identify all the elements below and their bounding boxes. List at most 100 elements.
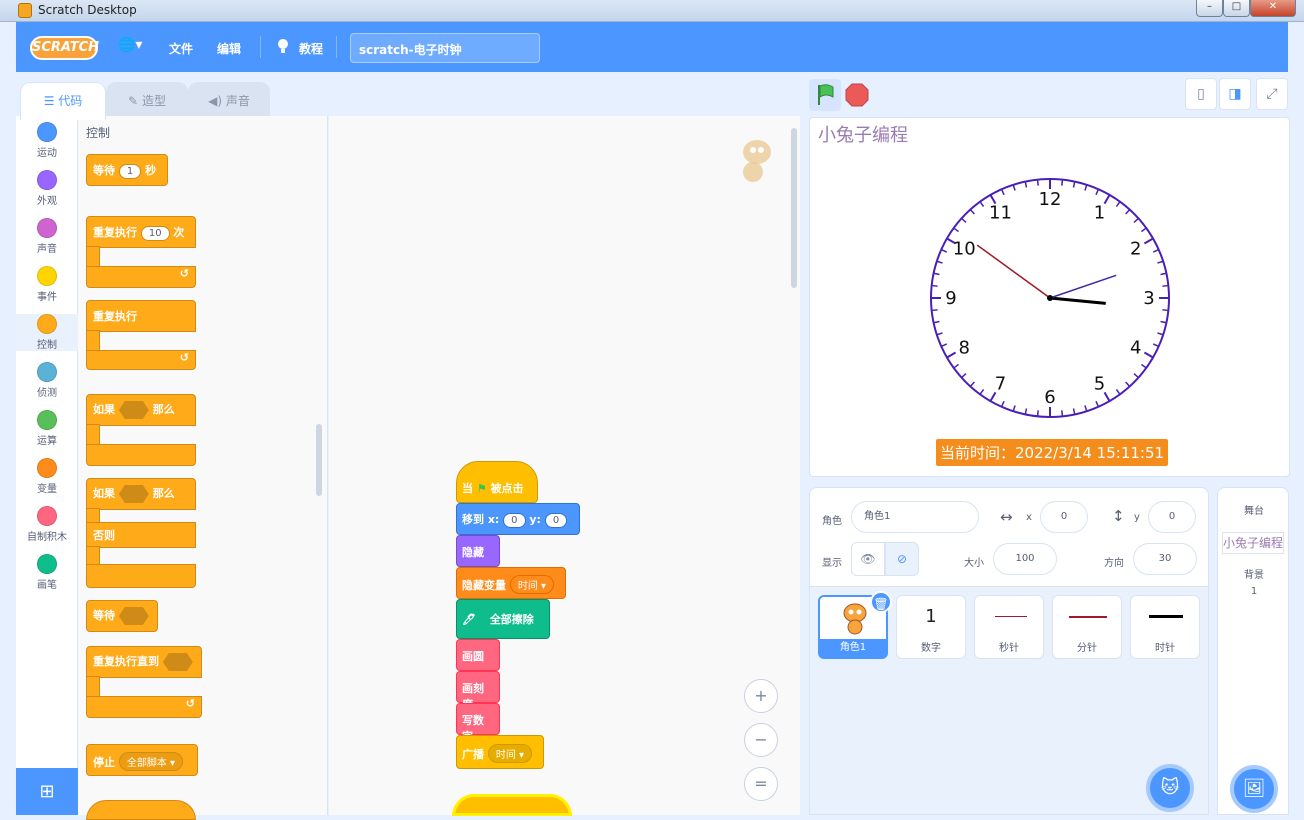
block-label: 否则 [86,522,196,548]
x-input[interactable]: 0 [1040,501,1088,533]
category-8[interactable]: 自制积木 [16,506,78,543]
tab-code[interactable]: ☰ 代码 [20,82,106,120]
fullscreen-icon: ⤢ [1266,86,1278,102]
category-0[interactable]: 运动 [16,122,78,159]
goto-y-input[interactable]: 0 [544,513,568,528]
tab-costumes[interactable]: ✎ 造型 [106,82,188,116]
category-2[interactable]: 声音 [16,218,78,255]
draw-circle-block[interactable]: 画圆 [456,639,500,671]
close-button[interactable]: ✕ [1250,0,1296,17]
variable-dropdown[interactable]: 时间 ▾ [509,575,555,594]
category-9[interactable]: 画笔 [16,554,78,591]
wait-value-input[interactable]: 1 [118,164,142,179]
maximize-button[interactable]: □ [1223,0,1250,17]
clock-tick [1036,179,1039,186]
category-label: 自制积木 [27,532,67,543]
wait-until-block[interactable]: 等待 [86,600,158,632]
show-sprite-button[interactable]: 👁 [851,542,885,576]
size-input[interactable]: 100 [993,543,1057,575]
second-script-hat-block[interactable] [452,794,572,816]
goto-x-input[interactable]: 0 [503,513,526,528]
repeat-value-input[interactable]: 10 [140,226,170,241]
when-flag-clicked-block[interactable]: 当 ⚑ 被点击 [456,461,538,503]
add-backdrop-button[interactable]: 🖼 [1230,765,1278,813]
hide-block[interactable]: 隐藏 [456,535,500,567]
if-else-block[interactable]: 如果 那么 否则 [86,478,196,590]
language-menu[interactable]: 🌐▾ [118,37,142,53]
repeat-until-block[interactable]: 重复执行直到 ↺ [86,646,202,720]
clock-number: 1 [1094,202,1105,223]
stop-block[interactable]: 停止 全部脚本 ▾ [86,744,198,776]
category-3[interactable]: 事件 [16,266,78,303]
condition-slot[interactable] [118,401,149,419]
tutorials-menu[interactable]: 教程 [299,40,323,57]
category-1[interactable]: 外观 [16,170,78,207]
category-7[interactable]: 变量 [16,458,78,495]
category-4[interactable]: 控制 [16,314,78,351]
sprite-thumb-number[interactable]: 1 数字 [896,595,966,659]
write-numbers-block[interactable]: 写数字 [456,703,500,743]
show-label: 显示 [822,558,842,569]
minimize-button[interactable]: – [1196,0,1223,17]
clock-number: 12 [1039,189,1062,210]
stop-dropdown[interactable]: 全部脚本 ▾ [118,752,184,771]
broadcast-block[interactable]: 广播 时间 ▾ [456,735,544,769]
condition-slot[interactable] [118,607,149,625]
broadcast-dropdown[interactable]: 时间 ▾ [487,744,533,763]
zoom-out-button[interactable]: − [744,723,778,757]
goto-xy-block[interactable]: 移到 x: 0 y: 0 [456,503,580,535]
hide-variable-block[interactable]: 隐藏变量 时间 ▾ [456,567,566,599]
edit-menu[interactable]: 编辑 [217,40,241,57]
tab-costumes-label: 造型 [141,94,166,108]
trash-icon: 🗑 [873,597,889,611]
sprite-name-input[interactable]: 角色1 [851,501,979,533]
category-menu: 运动外观声音事件控制侦测运算变量自制积木画笔 [16,116,78,815]
block-label: 那么 [152,403,175,416]
draw-ticks-block[interactable]: 画刻度 [456,671,500,711]
stop-button[interactable] [845,83,869,107]
fullscreen-button[interactable]: ⤢ [1256,78,1288,110]
delete-sprite-button[interactable]: 🗑 [870,591,892,613]
category-6[interactable]: 运算 [16,410,78,447]
palette-scrollbar[interactable] [316,424,322,496]
add-extension-button[interactable]: ⊞ [16,768,78,815]
condition-slot[interactable] [118,485,149,503]
stage-selector-panel[interactable]: 舞台 小兔子编程 背景 1 🖼 [1217,487,1289,815]
file-menu[interactable]: 文件 [169,40,193,57]
direction-input[interactable]: 30 [1133,543,1197,575]
tab-sounds[interactable]: ◀) 声音 [188,82,270,116]
zoom-in-button[interactable]: + [744,679,778,713]
small-stage-button[interactable]: ▯ [1185,78,1217,110]
clock-number: 9 [945,288,956,309]
block-label: 次 [173,226,185,239]
green-flag-button[interactable] [809,79,841,111]
project-title-input[interactable]: scratch-电子时钟 [350,33,540,63]
sprite-thumb-minute-hand[interactable]: 分针 [1052,595,1122,659]
zoom-reset-button[interactable]: = [744,767,778,801]
add-sprite-button[interactable]: 🐱 [1146,764,1194,812]
script-workspace[interactable]: 当 ⚑ 被点击 移到 x: 0 y: 0 隐藏 隐藏变量 时间 ▾ 🖊 全部擦除… [329,116,800,816]
category-label: 侦测 [37,388,57,399]
pen-clear-block[interactable]: 🖊 全部擦除 [456,599,550,639]
large-stage-button[interactable]: ◨ [1219,78,1251,110]
sprite-thumb-second-hand[interactable]: 秒针 [974,595,1044,659]
scratch-logo[interactable]: SCRATCH [30,36,99,60]
stage-thumbnail[interactable]: 小兔子编程 [1222,532,1284,554]
repeat-block[interactable]: 重复执行 10 次 ↺ [86,216,196,288]
y-input[interactable]: 0 [1148,501,1196,533]
small-stage-icon: ▯ [1197,86,1205,102]
menu-divider [260,36,261,58]
stage[interactable]: 小兔子编程 12 1 2 3 4 5 6 7 8 9 10 11 当前时间：2022/3/14 15:… [809,117,1290,477]
palette-heading: 控制 [86,126,111,140]
clock-number: 6 [1044,387,1055,408]
forever-block[interactable]: 重复执行 ↺ [86,300,196,370]
hide-sprite-button[interactable]: ⊘ [885,542,919,576]
category-5[interactable]: 侦测 [16,362,78,399]
loop-arrow-icon: ↺ [86,266,196,288]
hat-block-partial[interactable] [86,800,196,820]
condition-slot[interactable] [162,653,193,671]
if-then-block[interactable]: 如果 那么 [86,394,196,466]
wait-block[interactable]: 等待 1 秒 [86,154,168,186]
workspace-scrollbar[interactable] [791,128,797,288]
sprite-thumb-hour-hand[interactable]: 时针 [1130,595,1200,659]
